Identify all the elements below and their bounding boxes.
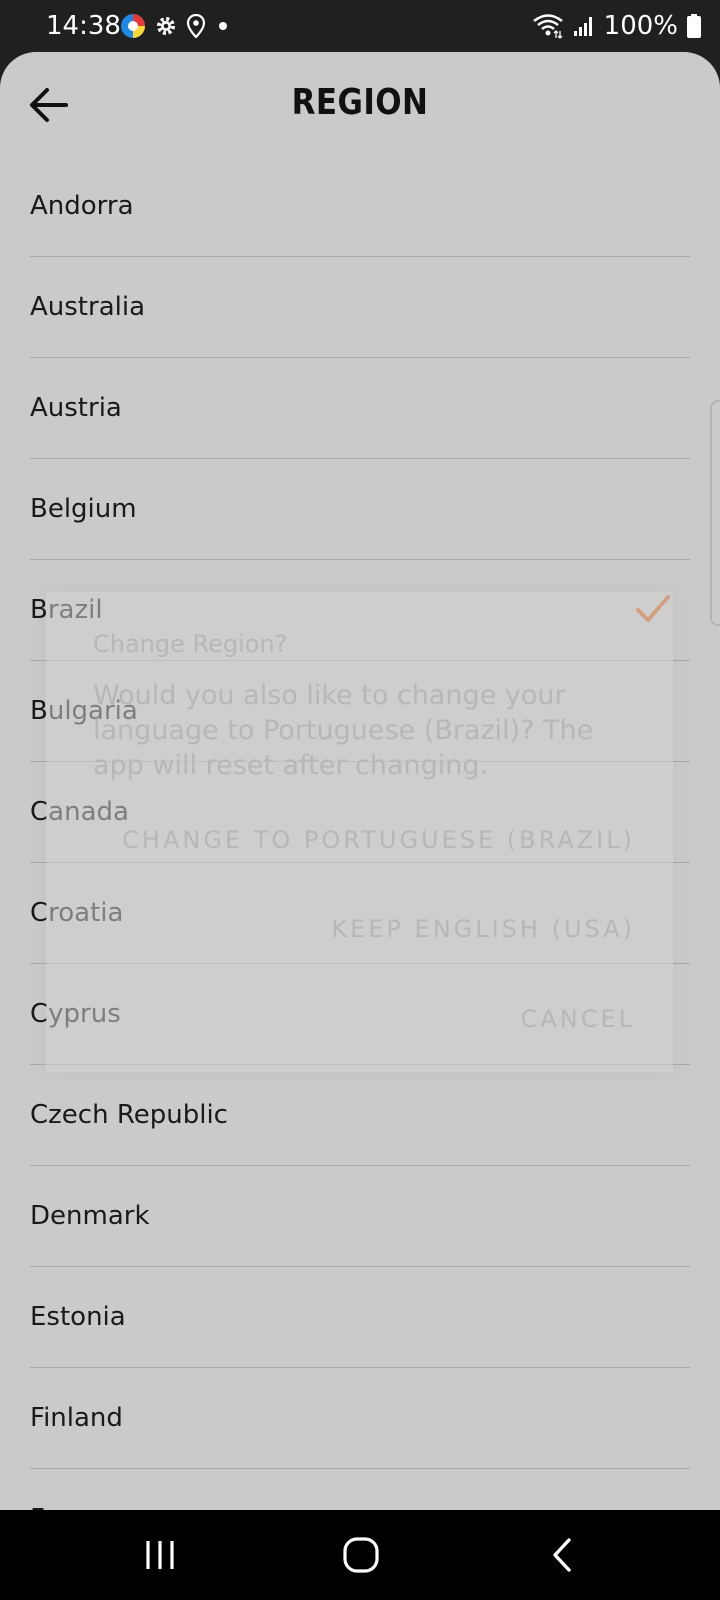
- app-notification-icon: [121, 14, 145, 38]
- region-item[interactable]: Australia: [30, 257, 690, 358]
- settings-gear-icon: [157, 17, 175, 35]
- region-label: Belgium: [30, 494, 137, 524]
- keep-english-button[interactable]: KEEP ENGLISH (USA): [331, 915, 635, 943]
- wifi-icon: [532, 14, 563, 39]
- change-to-portuguese-button[interactable]: CHANGE TO PORTUGUESE (BRAZIL): [122, 826, 635, 854]
- region-item[interactable]: Austria: [30, 358, 690, 459]
- system-navigation-bar: [0, 1510, 720, 1600]
- location-pin-icon: [186, 14, 206, 38]
- home-button[interactable]: [331, 1532, 391, 1578]
- home-icon: [343, 1537, 379, 1573]
- region-item[interactable]: Estonia: [30, 1267, 690, 1368]
- dialog-message: Would you also like to change your langu…: [93, 680, 594, 781]
- status-system-icons: 100%: [532, 9, 702, 43]
- region-item[interactable]: Czech Republic: [30, 1065, 690, 1166]
- region-label: Czech Republic: [30, 1100, 228, 1130]
- region-label: Denmark: [30, 1201, 150, 1231]
- battery-icon: [687, 14, 701, 38]
- status-notification-icons: [120, 12, 232, 40]
- more-notifications-dot-icon: [219, 22, 227, 30]
- battery-percentage: 100%: [603, 11, 678, 41]
- region-item[interactable]: Denmark: [30, 1166, 690, 1267]
- dialog-title: Change Region?: [93, 630, 288, 658]
- region-label: Austria: [30, 393, 122, 423]
- recent-apps-button[interactable]: [130, 1532, 190, 1578]
- region-label: Finland: [30, 1403, 123, 1433]
- region-item[interactable]: Andorra: [30, 156, 690, 257]
- status-bar: 14:38 100%: [0, 0, 720, 52]
- region-item[interactable]: Belgium: [30, 459, 690, 560]
- region-label: Australia: [30, 292, 146, 322]
- app-header: REGION: [0, 52, 720, 156]
- chevron-left-icon: [553, 1538, 571, 1572]
- signal-strength-icon: [573, 17, 592, 36]
- scrollbar-handle[interactable]: [710, 400, 720, 626]
- region-label: Estonia: [30, 1302, 126, 1332]
- region-label: Andorra: [30, 191, 134, 221]
- page-title: REGION: [291, 82, 429, 123]
- back-navigation-button[interactable]: [533, 1532, 593, 1578]
- region-screen: REGION AndorraAustraliaAustriaBelgiumBra…: [0, 52, 720, 1510]
- cancel-button[interactable]: CANCEL: [521, 1005, 635, 1033]
- region-item[interactable]: Finland: [30, 1368, 690, 1469]
- change-region-dialog: Change Region? Would you also like to ch…: [46, 592, 673, 1072]
- status-time: 14:38: [46, 11, 121, 41]
- region-item[interactable]: France: [30, 1469, 690, 1510]
- recent-apps-icon: [146, 1541, 174, 1569]
